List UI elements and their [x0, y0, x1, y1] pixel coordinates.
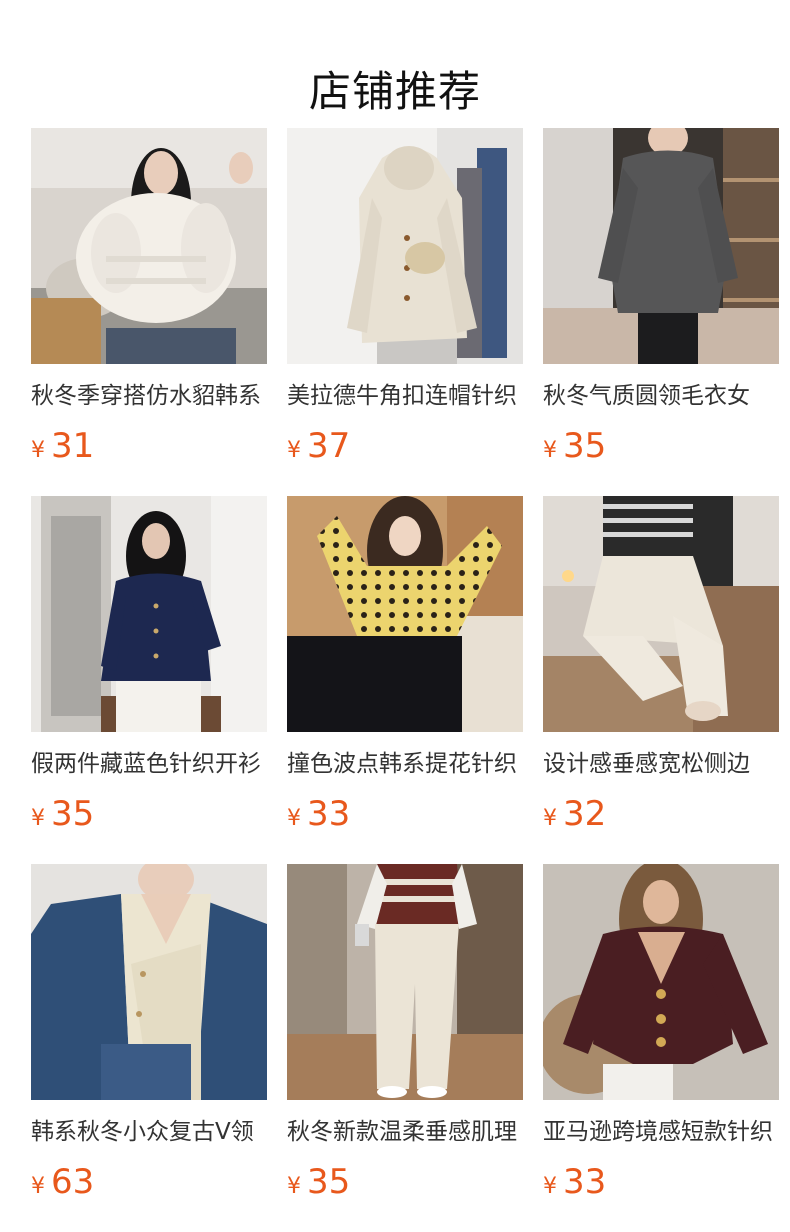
currency-symbol: ¥ [543, 1174, 557, 1199]
product-card[interactable]: 秋冬新款温柔垂感肌理 ¥35 [287, 864, 523, 1232]
currency-symbol: ¥ [543, 806, 557, 831]
product-image[interactable] [287, 864, 523, 1100]
product-price: ¥32 [543, 792, 779, 836]
product-title[interactable]: 秋冬季穿搭仿水貂韩系 [31, 379, 267, 413]
product-image[interactable] [287, 496, 523, 732]
product-price: ¥31 [31, 424, 267, 468]
product-card[interactable]: 撞色波点韩系提花针织 ¥33 [287, 496, 523, 864]
product-grid: 秋冬季穿搭仿水貂韩系 ¥31 美拉德牛角扣连帽针织 ¥ 37 秋冬气质圆领毛衣女… [31, 128, 790, 1232]
price-amount: 37 [307, 426, 351, 466]
product-title[interactable]: 撞色波点韩系提花针织 [287, 747, 523, 781]
product-title[interactable]: 设计感垂感宽松侧边 [543, 747, 779, 781]
product-price: ¥33 [543, 1160, 779, 1204]
product-image[interactable] [31, 864, 267, 1100]
product-card[interactable]: 秋冬季穿搭仿水貂韩系 ¥31 [31, 128, 267, 496]
product-title[interactable]: 假两件藏蓝色针织开衫 [31, 747, 267, 781]
product-price: ¥63 [31, 1160, 267, 1204]
price-amount: 35 [563, 426, 607, 466]
product-card[interactable]: 秋冬气质圆领毛衣女 ¥35 [543, 128, 779, 496]
currency-symbol: ¥ [31, 806, 45, 831]
product-title[interactable]: 秋冬新款温柔垂感肌理 [287, 1115, 523, 1149]
product-title[interactable]: 韩系秋冬小众复古V领 [31, 1115, 267, 1149]
currency-symbol: ¥ [31, 1174, 45, 1199]
product-price: ¥35 [287, 1160, 523, 1204]
product-card[interactable]: 韩系秋冬小众复古V领 ¥63 [31, 864, 267, 1232]
product-image[interactable] [31, 496, 267, 732]
product-card[interactable]: 假两件藏蓝色针织开衫 ¥35 [31, 496, 267, 864]
product-image[interactable] [543, 864, 779, 1100]
product-price: ¥33 [287, 792, 523, 836]
product-card[interactable]: 亚马逊跨境感短款针织 ¥33 [543, 864, 779, 1232]
currency-symbol: ¥ [543, 438, 557, 463]
page-title: 店铺推荐 [308, 67, 481, 117]
price-amount: 31 [51, 426, 95, 466]
price-amount: 63 [51, 1162, 95, 1202]
product-price: ¥35 [543, 424, 779, 468]
product-image[interactable] [287, 128, 523, 364]
currency-symbol: ¥ [287, 438, 301, 463]
price-amount: 33 [307, 794, 351, 834]
product-title[interactable]: 亚马逊跨境感短款针织 [543, 1115, 779, 1149]
product-card[interactable]: 设计感垂感宽松侧边 ¥32 [543, 496, 779, 864]
price-amount: 32 [563, 794, 607, 834]
price-amount: 35 [51, 794, 95, 834]
price-amount: 35 [307, 1162, 351, 1202]
currency-symbol: ¥ [287, 1174, 301, 1199]
product-image[interactable] [31, 128, 267, 364]
product-title[interactable]: 美拉德牛角扣连帽针织 [287, 379, 523, 413]
product-price: ¥37 [287, 424, 523, 468]
product-card[interactable]: 美拉德牛角扣连帽针织 ¥37 [287, 128, 523, 496]
product-price: ¥35 [31, 792, 267, 836]
currency-symbol: ¥ [287, 806, 301, 831]
product-image[interactable] [543, 496, 779, 732]
product-image[interactable] [543, 128, 779, 364]
price-amount: 33 [563, 1162, 607, 1202]
product-title[interactable]: 秋冬气质圆领毛衣女 [543, 379, 779, 413]
currency-symbol: ¥ [31, 438, 45, 463]
